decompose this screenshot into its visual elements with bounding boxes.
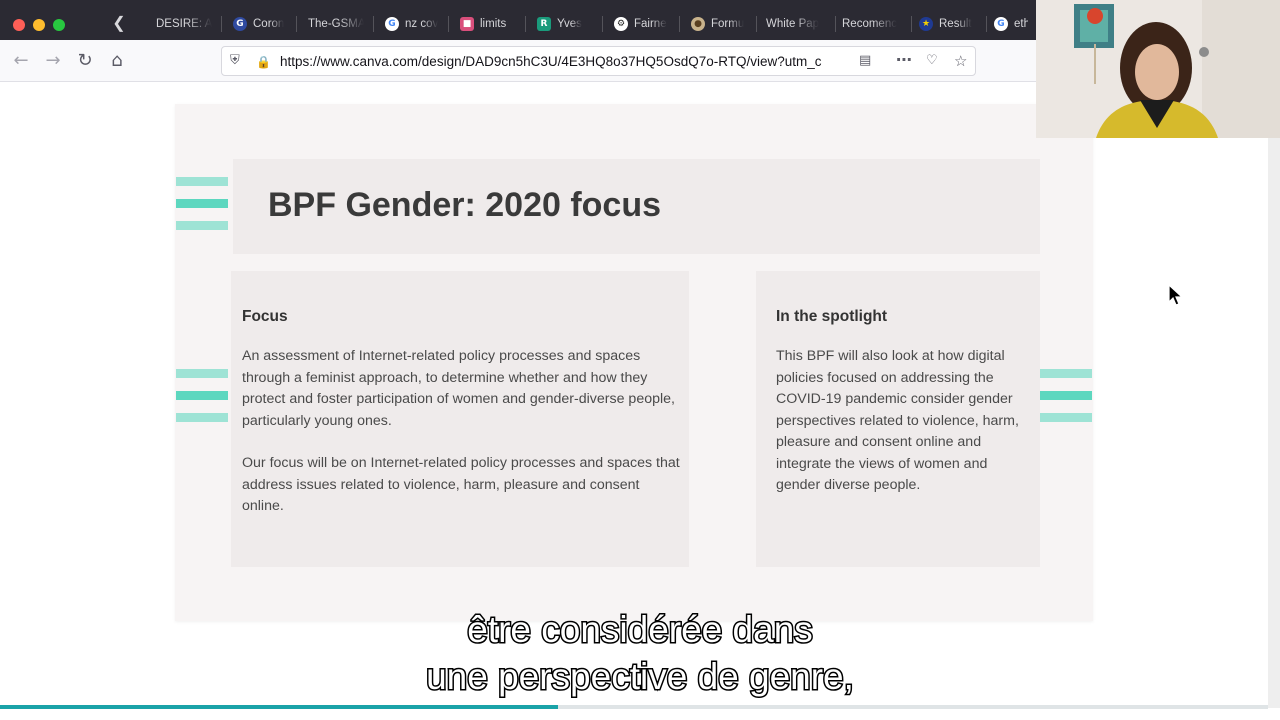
bookmark-star-icon[interactable]: ☆ [954,52,970,70]
browser-tab[interactable]: ● Formu [683,8,755,40]
focus-paragraph-2: Our focus will be on Internet-related po… [242,455,680,514]
lock-icon[interactable]: 🔒 [256,54,271,70]
browser-tab[interactable]: ■ limits [452,8,524,40]
browser-nav-bar: ← → ↻ ⌂ ⛨ 🔒 https://www.canva.com/design… [0,40,1036,82]
tab-scroll-left-icon[interactable]: ❮ [106,12,132,36]
browser-tab[interactable]: ★ Result [911,8,985,40]
focus-heading: Focus [242,308,288,325]
tracking-shield-icon[interactable]: ⛨ [230,53,244,69]
browser-tab-label: limits [480,18,507,30]
pocket-icon[interactable]: ♡ [926,53,942,69]
tab-divider [221,16,222,32]
google-icon: G [994,17,1008,31]
browser-tab-label: White Pap [766,18,820,30]
browser-tab-label: Yves [557,18,582,30]
url-text[interactable]: https://www.canva.com/design/DAD9cn5hC3U… [280,54,855,70]
slide-title: BPF Gender: 2020 focus [268,186,662,224]
forward-arrow-icon[interactable]: → [40,48,66,74]
zoom-window-button[interactable] [53,19,65,31]
webcam-video-overlay [1036,0,1280,138]
tab-divider [602,16,603,32]
r-icon: R [537,17,551,31]
g-shield-icon: G [233,17,247,31]
presenter-video [1036,0,1280,138]
focus-paragraph-1: An assessment of Internet-related policy… [242,348,675,429]
subtitle-line-1: être considérée dans [466,608,815,652]
home-icon[interactable]: ⌂ [104,48,130,74]
decorative-stripe [1040,413,1092,422]
browser-tab[interactable]: G Coron [225,8,295,40]
browser-tab-label: The-GSMA [308,18,364,30]
browser-tab[interactable]: Recomenc [834,8,910,40]
browser-tab-label: nz cov [405,18,439,30]
browser-tab[interactable]: R Yves [529,8,601,40]
back-arrow-icon[interactable]: ← [8,48,34,74]
pixel-icon: ■ [460,17,474,31]
screen: ❮ DESIRE: A G Coron The-GSMA G nz cov ■ … [0,0,1280,720]
subtitle-line-2: une perspective de genre, [425,655,856,699]
reload-icon[interactable]: ↻ [72,48,98,74]
decorative-stripe [176,199,228,208]
eu-flag-icon: ★ [919,17,933,31]
decorative-stripe [1040,391,1092,400]
video-progress-fill [0,705,558,709]
gear-icon: ⚙ [614,17,628,31]
browser-tab[interactable]: G nz cov [377,8,447,40]
tab-divider [373,16,374,32]
browser-tab-label: Coron [253,18,285,30]
reader-view-icon[interactable]: ▤ [859,53,875,69]
decorative-stripe [176,177,228,186]
browser-tab-label: Formu [711,18,745,30]
tab-divider [525,16,526,32]
browser-tab-label: Fairne [634,18,667,30]
browser-tab[interactable]: G ethi [986,8,1036,40]
video-progress-bar[interactable] [0,705,1268,709]
browser-tab[interactable]: The-GSMA [300,8,372,40]
browser-tab[interactable]: White Pap [758,8,834,40]
decorative-stripe [176,221,228,230]
browser-tab[interactable]: ⚙ Fairne [606,8,678,40]
browser-tab-label: Result [939,18,972,30]
tab-divider [756,16,757,32]
close-window-button[interactable] [13,19,25,31]
spotlight-heading: In the spotlight [776,308,888,325]
browser-tab[interactable]: DESIRE: A [148,8,220,40]
minimize-window-button[interactable] [33,19,45,31]
mouse-cursor-icon [1168,284,1184,306]
circle-logo-icon: ● [691,17,705,31]
tab-divider [448,16,449,32]
tab-divider [296,16,297,32]
spotlight-paragraph: This BPF will also look at how digital p… [776,348,1019,493]
browser-tab-label: Recomenc [842,18,897,30]
url-bar[interactable]: ⛨ 🔒 https://www.canva.com/design/DAD9cn5… [221,46,976,76]
browser-tab-label: DESIRE: A [156,18,212,30]
decorative-stripe [176,391,228,400]
google-icon: G [385,17,399,31]
decorative-stripe [176,369,228,378]
tab-divider [679,16,680,32]
decorative-stripe [176,413,228,422]
browser-tab-label: ethi [1014,18,1028,30]
decorative-stripe [1040,369,1092,378]
more-actions-icon[interactable]: ⋯ [896,51,918,69]
